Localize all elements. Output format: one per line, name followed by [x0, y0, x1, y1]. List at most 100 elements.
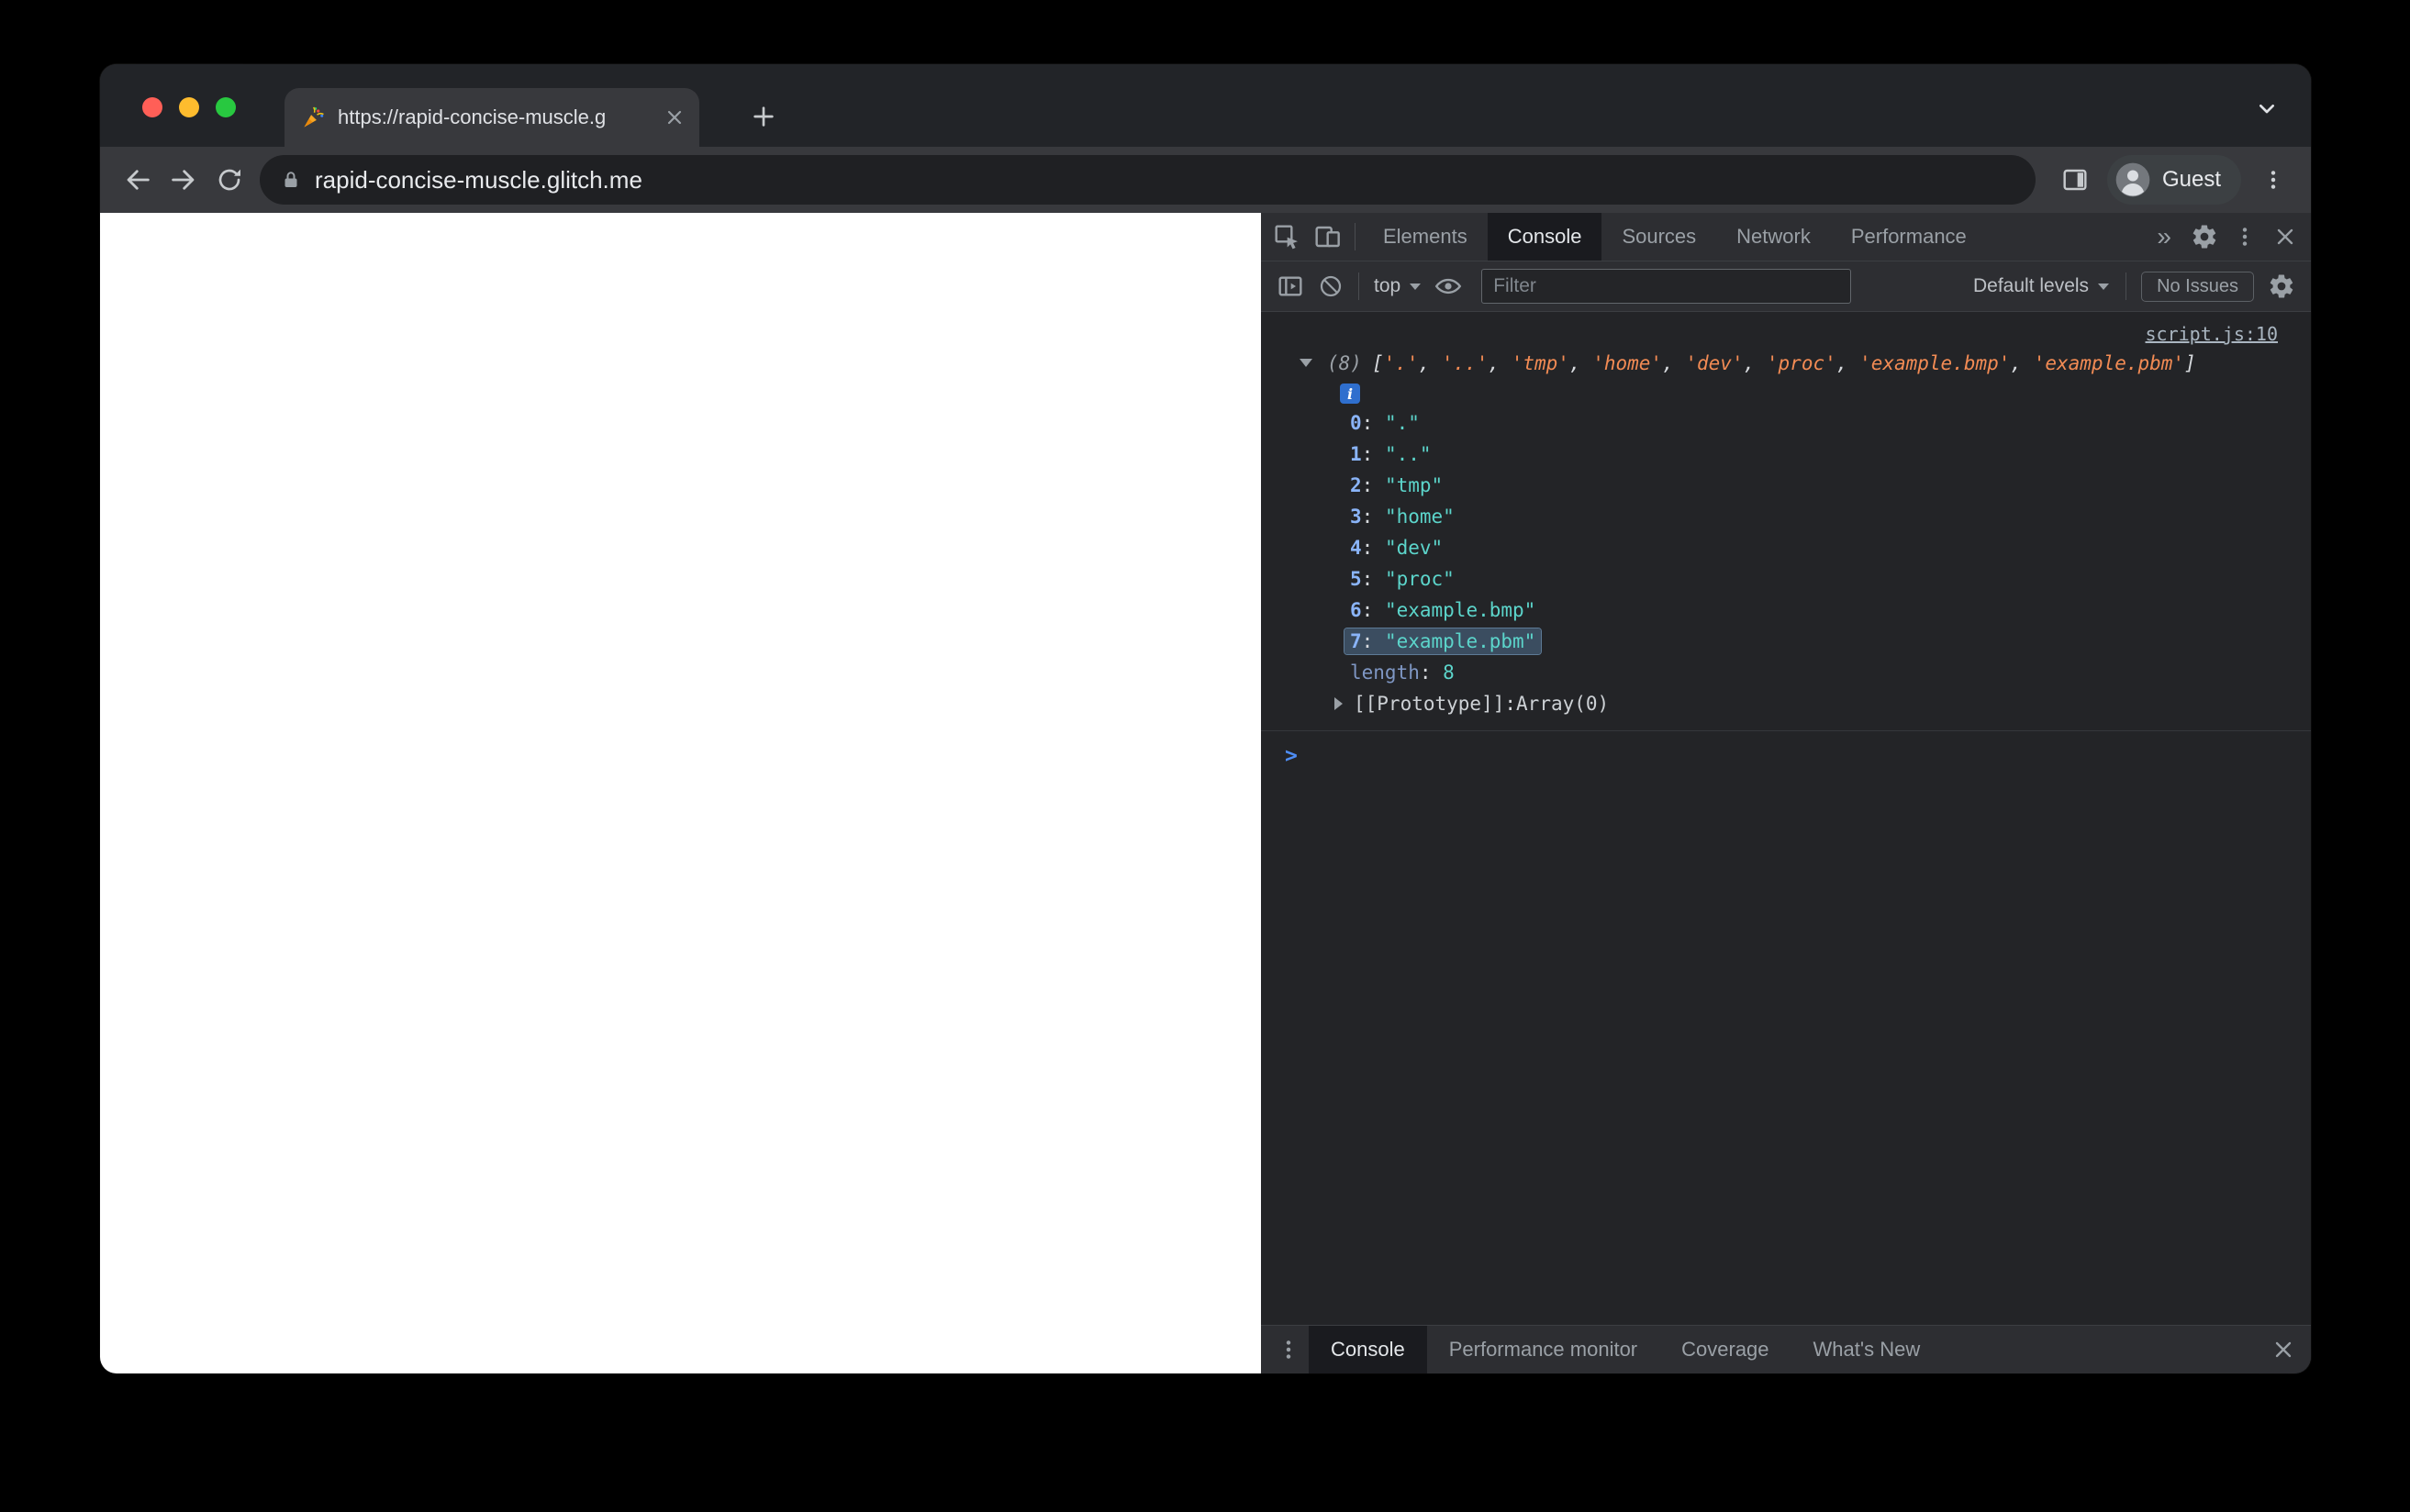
devtools-tab-list: Elements Console Sources Network Performance — [1363, 213, 1987, 261]
bracket-open: [ — [1371, 352, 1384, 374]
back-arrow-icon — [127, 170, 150, 190]
colon: : — [1419, 662, 1444, 684]
devtools-tab-performance[interactable]: Performance — [1831, 213, 1987, 261]
highlighted-entry: 7: "example.pbm" — [1344, 628, 1542, 654]
inspect-element-button[interactable] — [1266, 217, 1307, 257]
close-icon — [2277, 228, 2293, 245]
bracket-close: ] — [2184, 352, 2196, 374]
log-levels-dropdown[interactable]: Default levels — [1964, 275, 2118, 297]
devtools-tab-network[interactable]: Network — [1716, 213, 1831, 261]
lock-icon[interactable] — [280, 169, 302, 191]
new-tab-button[interactable] — [742, 95, 785, 138]
array-entry: 3: "home" — [1261, 501, 2311, 532]
array-entry: 5: "proc" — [1261, 563, 2311, 595]
party-popper-icon — [304, 106, 324, 128]
drawer-close-button[interactable] — [2263, 1329, 2304, 1370]
expand-arrow-icon[interactable] — [1334, 697, 1343, 710]
forward-arrow-icon — [172, 170, 195, 190]
drawer-menu-button[interactable] — [1268, 1329, 1309, 1370]
console-array-preview: (8) ['.', '..', 'tmp', 'home', 'dev', 'pr… — [1261, 347, 2311, 380]
more-tabs-button[interactable]: » — [2144, 222, 2184, 251]
window-content: Elements Console Sources Network Performance… — [100, 213, 2311, 1373]
context-selector[interactable]: top — [1367, 275, 1428, 297]
comma: , — [1568, 352, 1593, 374]
array-count: (8) — [1327, 352, 1362, 374]
length-label: length — [1350, 662, 1420, 684]
devtools-panel: Elements Console Sources Network Performance… — [1261, 213, 2311, 1373]
comma: , — [1835, 352, 1860, 374]
browser-window: https://rapid-concise-muscle.g rapid-con… — [100, 64, 2311, 1373]
traffic-lights — [142, 97, 236, 117]
log-levels-value: Default levels — [1973, 275, 2090, 296]
inspect-cursor-icon — [1275, 225, 1298, 250]
prototype-row[interactable]: [[Prototype]]: Array(0) — [1261, 688, 2311, 719]
devtools-tabbar: Elements Console Sources Network Performance… — [1261, 213, 2311, 261]
reload-button[interactable] — [206, 157, 252, 203]
eye-icon — [1434, 278, 1462, 295]
entry-value: "dev" — [1384, 537, 1444, 559]
reload-icon — [218, 169, 240, 191]
clear-console-button[interactable] — [1311, 266, 1351, 306]
address-bar[interactable]: rapid-concise-muscle.glitch.me — [260, 155, 2036, 205]
forward-button[interactable] — [161, 157, 206, 203]
console-prompt[interactable]: > — [1261, 731, 2311, 768]
page-content[interactable] — [100, 213, 1261, 1373]
profile-name: Guest — [2161, 167, 2221, 192]
devtools-close-button[interactable] — [2265, 217, 2305, 257]
avatar — [2115, 162, 2150, 197]
console-info-row: i — [1261, 380, 2311, 407]
entry-value: "." — [1384, 412, 1420, 434]
devtools-tab-sources[interactable]: Sources — [1601, 213, 1716, 261]
info-icon[interactable]: i — [1340, 384, 1360, 404]
preview-string: '.' — [1383, 352, 1419, 374]
context-selector-value: top — [1374, 275, 1401, 296]
console-settings-button[interactable] — [2261, 266, 2302, 306]
back-button[interactable] — [115, 157, 161, 203]
issues-counter[interactable]: No Issues — [2141, 271, 2254, 302]
filter-input[interactable] — [1481, 269, 1852, 304]
side-panel-icon — [2063, 169, 2087, 191]
colon: : — [1361, 412, 1385, 434]
live-expression-button[interactable] — [1428, 266, 1468, 306]
comma: , — [1662, 352, 1686, 374]
drawer-tab-performance-monitor[interactable]: Performance monitor — [1427, 1326, 1659, 1373]
drawer-tab-what-s-new[interactable]: What's New — [1791, 1326, 1943, 1373]
devtools-tabbar-right: » — [2144, 217, 2305, 257]
drawer-tab-console[interactable]: Console — [1309, 1326, 1427, 1373]
preview-string: 'home' — [1592, 352, 1663, 374]
console-toolbar: top Default levels — [1261, 261, 2311, 312]
colon: : — [1361, 443, 1385, 465]
console-sidebar-button[interactable] — [1270, 266, 1311, 306]
tab-close-icon[interactable] — [663, 106, 686, 129]
browser-menu-button[interactable] — [2250, 157, 2296, 203]
devtools-menu-button[interactable] — [2225, 217, 2265, 257]
url-text[interactable]: rapid-concise-muscle.glitch.me — [315, 166, 642, 195]
comma: , — [2010, 352, 2034, 374]
device-toolbar-button[interactable] — [1307, 217, 1347, 257]
side-panel-button[interactable] — [2052, 157, 2098, 203]
preview-string: 'dev' — [1685, 352, 1744, 374]
browser-tab[interactable]: https://rapid-concise-muscle.g — [285, 88, 699, 147]
entry-index: 7 — [1350, 630, 1362, 652]
console-output[interactable]: script.js:10 (8) ['.', '..', 'tmp', 'home… — [1261, 312, 2311, 1325]
devtools-settings-button[interactable] — [2184, 217, 2225, 257]
minimize-window-button[interactable] — [179, 97, 199, 117]
console-message: script.js:10 (8) ['.', '..', 'tmp', 'home… — [1261, 312, 2311, 731]
chevron-down-icon — [2259, 105, 2274, 114]
entry-content: 1: ".." — [1350, 443, 1432, 465]
drawer-tab-coverage[interactable]: Coverage — [1659, 1326, 1791, 1373]
array-entry: 0: "." — [1261, 407, 2311, 439]
colon: : — [1361, 599, 1385, 621]
devtools-tab-elements[interactable]: Elements — [1363, 213, 1488, 261]
device-toolbar-icon — [1315, 226, 1340, 248]
zoom-window-button[interactable] — [216, 97, 236, 117]
source-link[interactable]: script.js:10 — [2146, 323, 2279, 345]
expand-arrow-icon[interactable] — [1300, 359, 1312, 367]
entry-value: "tmp" — [1384, 474, 1444, 496]
devtools-tab-console[interactable]: Console — [1487, 213, 1602, 261]
profile-button[interactable]: Guest — [2106, 155, 2241, 205]
preview-string: 'proc' — [1766, 352, 1836, 374]
tab-search-button[interactable] — [2248, 90, 2285, 127]
close-window-button[interactable] — [142, 97, 162, 117]
colon: : — [1504, 693, 1517, 715]
